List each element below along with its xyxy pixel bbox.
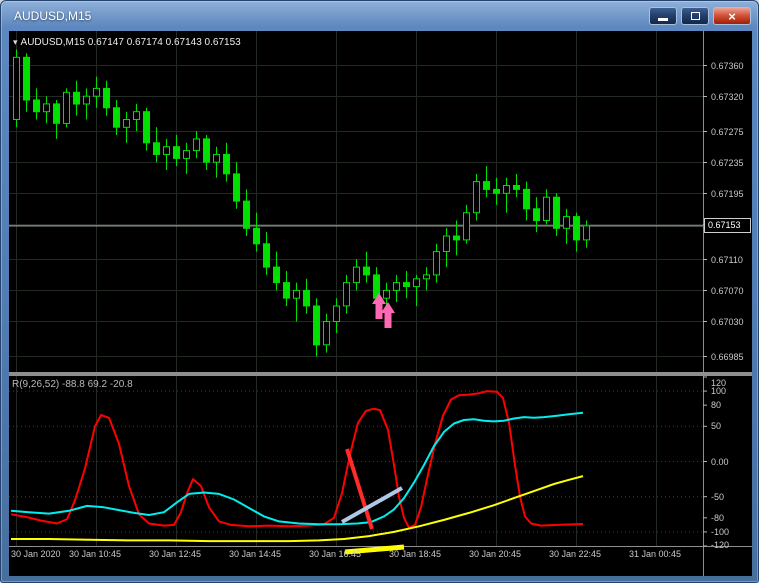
time-axis-label: 30 Jan 2020: [11, 549, 61, 559]
candles: [13, 49, 590, 357]
steel-trendline[interactable]: [341, 486, 403, 524]
time-axis-label: 30 Jan 22:45: [549, 549, 602, 559]
indicator-axis-label: 80: [711, 400, 722, 411]
ohlc-info: ▾ AUDUSD,M15 0.67147 0.67174 0.67143 0.67…: [13, 37, 241, 48]
indicator-axis-label: 50: [711, 421, 722, 432]
price-axis-label: 0.67110: [711, 254, 743, 265]
indicator-label: R(9,26,52) -88.8 69.2 -20.8: [12, 379, 133, 390]
price-axis-label: 0.67360: [711, 60, 744, 71]
window-titlebar[interactable]: AUDUSD,M15 ×: [1, 1, 758, 31]
price-axis-label: 0.67320: [711, 91, 744, 102]
price-axis-label: 0.67030: [711, 316, 744, 327]
price-axis-label: 0.67195: [711, 188, 744, 199]
price-axis-label: 0.67235: [711, 157, 744, 168]
restore-icon: [690, 12, 700, 20]
window-title: AUDUSD,M15: [14, 9, 92, 23]
close-icon: ×: [728, 8, 736, 24]
restore-button[interactable]: [681, 7, 709, 25]
minimize-icon: [658, 18, 668, 21]
time-axis-label: 30 Jan 16:45: [309, 549, 362, 559]
close-button[interactable]: ×: [713, 7, 751, 25]
indicator-axis-label: 100: [711, 386, 727, 397]
time-axis-label: 30 Jan 10:45: [69, 549, 122, 559]
indicator-axis-label: -100: [711, 526, 730, 537]
time-axis-label: 30 Jan 20:45: [469, 549, 522, 559]
price-axis-label: 0.67070: [711, 285, 744, 296]
time-axis-label: 31 Jan 00:45: [629, 549, 682, 559]
window-controls: ×: [649, 7, 751, 25]
time-axis-label: 30 Jan 14:45: [229, 549, 282, 559]
symbol-dropdown-icon[interactable]: ▾: [13, 37, 18, 47]
indicator-axis-label: 0.00: [711, 456, 729, 467]
indicator-axis-label: -120: [711, 540, 730, 550]
price-axis-label: 0.66985: [711, 351, 744, 362]
price-axis-label: 0.67275: [711, 126, 744, 137]
ohlc-info-text: AUDUSD,M15 0.67147 0.67174 0.67143 0.671…: [20, 37, 241, 48]
time-axis-label: 30 Jan 18:45: [389, 549, 442, 559]
buy-arrow-icon[interactable]: [381, 302, 395, 328]
panel-splitter[interactable]: [9, 372, 752, 376]
minimize-button[interactable]: [649, 7, 677, 25]
time-axis-label: 30 Jan 12:45: [149, 549, 202, 559]
indicator-axis-label: -80: [711, 512, 725, 523]
chart-client-area: ▾ AUDUSD,M15 0.67147 0.67174 0.67143 0.67…: [9, 31, 752, 576]
current-price-box: 0.67153: [704, 217, 751, 233]
indicator-axis-label: -50: [711, 491, 725, 502]
chart-canvas[interactable]: [9, 31, 752, 576]
mt4-chart-window: AUDUSD,M15 × ▾ AUDUSD,M15 0.67147 0.67174…: [0, 0, 759, 583]
